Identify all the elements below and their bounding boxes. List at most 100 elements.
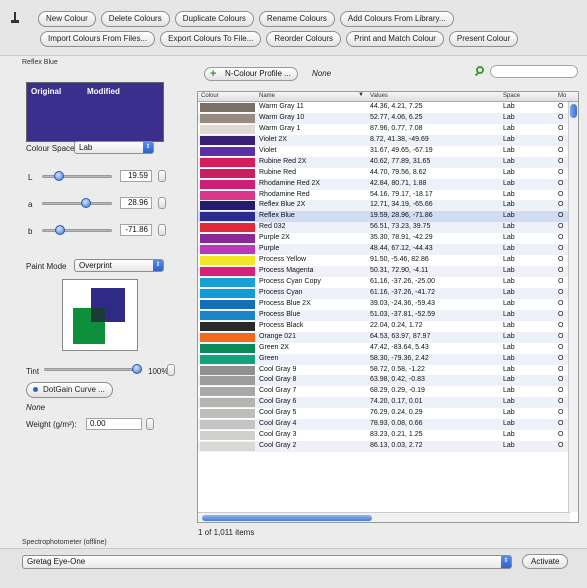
new-colour-button[interactable]: New Colour (38, 11, 96, 27)
row-values: 8.72, 41.38, -49.69 (370, 135, 429, 143)
table-row[interactable]: Cool Gray 2 86.13, 0.03, 2.72 Lab O (198, 441, 570, 452)
table-row[interactable]: Cool Gray 6 74.20, 0.17, 0.01 Lab O (198, 397, 570, 409)
row-mode: O (558, 157, 564, 165)
table-row[interactable]: Rubine Red 2X 40.62, 77.89, 31.65 Lab O (198, 156, 570, 168)
row-mode: O (558, 223, 564, 231)
export-colours-button[interactable]: Export Colours To File... (160, 31, 262, 47)
col-space[interactable]: Space (503, 93, 520, 99)
table-row[interactable]: Rhodamine Red 2X 42.84, 80.71, 1.88 Lab O (198, 178, 570, 190)
row-mode: O (558, 310, 564, 318)
pin-icon[interactable] (10, 12, 20, 26)
table-row[interactable]: Cool Gray 4 78.93, 0.08, 0.66 Lab O (198, 419, 570, 431)
table-row[interactable]: Orange 021 64.53, 63.97, 87.97 Lab O (198, 331, 570, 343)
weight-field[interactable]: 0.00 (86, 418, 142, 430)
n-colour-profile-button[interactable]: + N-Colour Profile ... (204, 67, 298, 81)
table-row[interactable]: Violet 2X 8.72, 41.38, -49.69 Lab O (198, 134, 570, 146)
colour-swatch (200, 256, 255, 266)
table-row[interactable]: Reflex Blue 19.59, 28.96, -71.86 Lab O (198, 211, 570, 223)
vertical-scroll-thumb[interactable] (570, 104, 577, 118)
slider-b-value[interactable]: -71.86 (120, 224, 152, 236)
slider-l-track[interactable] (42, 175, 112, 178)
present-colour-button[interactable]: Present Colour (448, 31, 519, 47)
slider-a-value[interactable]: 28.96 (120, 197, 152, 209)
print-and-match-colour-button[interactable]: Print and Match Colour (346, 31, 444, 47)
add-colours-from-library-button[interactable]: Add Colours From Library... (339, 11, 454, 27)
table-row[interactable]: Violet 31.67, 49.65, -67.19 Lab O (198, 146, 570, 157)
slider-b-track[interactable] (42, 229, 112, 232)
row-space: Lab (503, 299, 515, 307)
rename-colours-button[interactable]: Rename Colours (258, 11, 335, 27)
tint-slider[interactable] (44, 368, 142, 371)
table-row[interactable]: Cool Gray 8 63.98, 0.42, -0.83 Lab O (198, 375, 570, 387)
row-space: Lab (503, 103, 515, 110)
slider-a-stepper[interactable] (158, 197, 166, 209)
reorder-colours-button[interactable]: Reorder Colours (266, 31, 342, 47)
search-input[interactable] (490, 65, 578, 78)
toolbar-row-1: New Colour Delete Colours Duplicate Colo… (38, 11, 454, 27)
dotgain-button-label: DotGain Curve ... (43, 385, 105, 394)
table-row[interactable]: Purple 48.44, 67.12, -44.43 Lab O (198, 244, 570, 256)
slider-a-knob[interactable] (80, 198, 91, 208)
table-row[interactable]: Warm Gray 1 87.96, 0.77, 7.08 Lab O (198, 124, 570, 135)
slider-b-knob[interactable] (55, 225, 66, 235)
tint-stepper[interactable] (167, 364, 175, 376)
slider-a-track[interactable] (42, 202, 112, 205)
table-row[interactable]: Warm Gray 10 52.77, 4.06, 6.25 Lab O (198, 112, 570, 124)
table-row[interactable]: Process Magenta 50.31, 72.90, -4.11 Lab O (198, 266, 570, 277)
table-row[interactable]: Rubine Red 44.70, 79.56, 8.62 Lab O (198, 168, 570, 179)
table-row[interactable]: Process Cyan 61.16, -37.26, -41.72 Lab O (198, 287, 570, 299)
colour-space-select[interactable]: Lab ⇕ (74, 141, 154, 154)
colour-swatch (200, 278, 255, 287)
table-row[interactable]: Cool Gray 9 58.72, 0.58, -1.22 Lab O (198, 365, 570, 376)
table-row[interactable]: Process Yellow 91.50, -5.46, 82.86 Lab O (198, 255, 570, 266)
table-row[interactable]: Cool Gray 7 68.29, 0.29, -0.19 Lab O (198, 386, 570, 397)
row-values: 22.04, 0.24, 1.72 (370, 321, 423, 329)
row-values: 51.03, -37.81, -52.59 (370, 310, 435, 318)
table-row[interactable]: Reflex Blue 2X 12.71, 34.19, -65.66 Lab O (198, 200, 570, 212)
duplicate-colours-button[interactable]: Duplicate Colours (174, 11, 254, 27)
row-name: Process Cyan (259, 288, 303, 296)
table-row[interactable]: Red 032 56.51, 73.23, 39.75 Lab O (198, 222, 570, 234)
col-mo[interactable]: Mo (558, 93, 566, 99)
table-row[interactable]: Green 58.30, -79.36, 2.42 Lab O (198, 353, 570, 365)
table-row[interactable]: Green 2X 47.42, -83.64, 5.43 Lab O (198, 343, 570, 354)
vertical-scrollbar[interactable] (568, 102, 578, 512)
device-select[interactable]: Gretag Eye-One ⇕ (22, 555, 512, 569)
table-row[interactable]: Process Cyan Copy 61.16, -37.26, -25.00 La… (198, 277, 570, 288)
row-space: Lab (503, 267, 515, 275)
table-row[interactable]: Cool Gray 5 76.29, 0.24, 0.29 Lab O (198, 408, 570, 419)
row-mode: O (558, 234, 564, 242)
paint-mode-select[interactable]: Overprint ⇕ (74, 259, 164, 272)
col-values[interactable]: Values (370, 93, 388, 99)
horizontal-scroll-thumb[interactable] (202, 515, 372, 521)
dotgain-curve-button[interactable]: DotGain Curve ... (26, 382, 113, 398)
colour-swatch (200, 288, 255, 298)
slider-l-value[interactable]: 19.59 (120, 170, 152, 182)
weight-label: Weight (g/m²): (26, 420, 77, 429)
table-row[interactable]: Cool Gray 3 83.23, 0.21, 1.25 Lab O (198, 430, 570, 441)
table-row[interactable]: Purple 2X 35.30, 78.91, -42.29 Lab O (198, 233, 570, 244)
table-row[interactable]: Process Blue 51.03, -37.81, -52.59 Lab O (198, 309, 570, 321)
colour-space-value: Lab (79, 143, 93, 152)
table-row[interactable]: Warm Gray 11 44.36, 4.21, 7.25 Lab O (198, 102, 570, 113)
import-colours-button[interactable]: Import Colours From Files... (40, 31, 156, 47)
slider-l-stepper[interactable] (158, 170, 166, 182)
horizontal-scrollbar[interactable] (198, 512, 570, 522)
overprint-swatches-icon (73, 288, 125, 344)
table-row[interactable]: Rhodamine Red 54.16, 79.17, -18.17 Lab O (198, 190, 570, 201)
slider-l-knob[interactable] (53, 171, 64, 181)
col-colour[interactable]: Colour (201, 93, 219, 99)
table-row[interactable]: Process Black 22.04, 0.24, 1.72 Lab O (198, 321, 570, 332)
delete-colours-button[interactable]: Delete Colours (100, 11, 170, 27)
slider-b-stepper[interactable] (158, 224, 166, 236)
weight-stepper[interactable] (146, 418, 154, 430)
tint-slider-knob[interactable] (132, 364, 142, 374)
row-name: Rubine Red 2X (259, 157, 307, 165)
row-values: 91.50, -5.46, 82.86 (370, 256, 429, 264)
row-name: Cool Gray 9 (259, 365, 297, 373)
col-name[interactable]: Name (259, 93, 275, 99)
row-name: Violet 2X (259, 135, 287, 143)
row-values: 78.93, 0.08, 0.66 (370, 420, 423, 428)
table-row[interactable]: Process Blue 2X 39.03, -24.36, -59.43 Lab O (198, 299, 570, 310)
activate-button[interactable]: Activate (522, 554, 569, 569)
